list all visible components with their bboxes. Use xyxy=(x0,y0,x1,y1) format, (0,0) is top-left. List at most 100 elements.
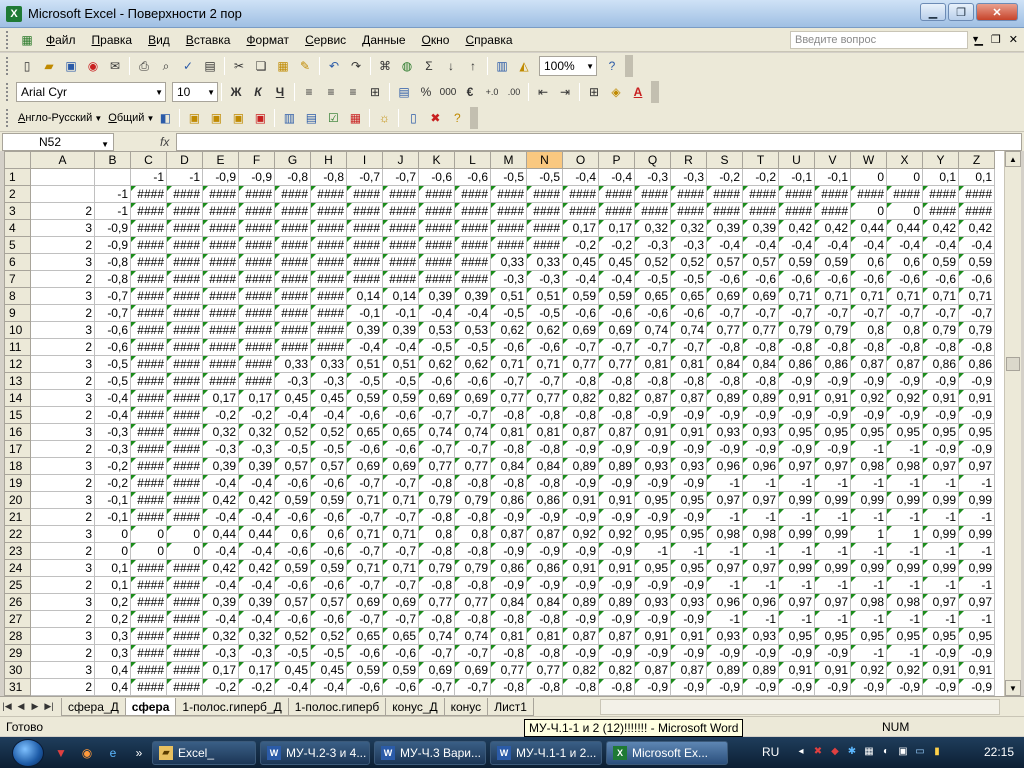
cell[interactable]: -0,7 xyxy=(346,576,383,594)
cell[interactable]: 0,93 xyxy=(634,593,671,611)
cell[interactable]: 0,39 xyxy=(418,287,455,305)
cell[interactable]: -1 xyxy=(778,542,815,560)
cell[interactable]: -0,2 xyxy=(742,168,779,186)
cell[interactable]: #### xyxy=(274,236,311,254)
next-sheet-button[interactable]: ▶ xyxy=(28,701,42,712)
cell[interactable]: 2 xyxy=(30,304,95,322)
cell[interactable]: #### xyxy=(490,185,527,203)
cell[interactable]: 0,71 xyxy=(382,559,419,577)
cell[interactable]: -0,4 xyxy=(562,270,599,288)
cell[interactable]: -0,9 xyxy=(562,440,599,458)
cell[interactable]: 0,77 xyxy=(598,355,635,373)
cell[interactable]: 0,92 xyxy=(598,525,635,543)
cell[interactable]: -0,3 xyxy=(202,440,239,458)
cell[interactable]: #### xyxy=(166,219,203,237)
quicklaunch-more-icon[interactable]: » xyxy=(130,744,148,762)
cell[interactable]: 0,59 xyxy=(346,389,383,407)
cell[interactable]: #### xyxy=(166,491,203,509)
cell[interactable]: 0,71 xyxy=(814,287,851,305)
cell[interactable]: 0,77 xyxy=(418,457,455,475)
cell[interactable]: -0,7 xyxy=(382,542,419,560)
cell[interactable]: -0,7 xyxy=(742,304,779,322)
cell[interactable]: #### xyxy=(166,389,203,407)
research-icon[interactable]: ▤ xyxy=(199,56,221,76)
column-header[interactable]: H xyxy=(310,151,347,169)
cell[interactable]: -0,8 xyxy=(562,406,599,424)
cell[interactable]: 0,82 xyxy=(562,389,599,407)
cell[interactable]: 0,93 xyxy=(670,457,707,475)
cell[interactable]: 0,59 xyxy=(346,661,383,679)
cell[interactable]: #### xyxy=(130,355,167,373)
ie-icon[interactable]: e xyxy=(104,744,122,762)
cell[interactable]: #### xyxy=(274,321,311,339)
cell[interactable]: -0,8 xyxy=(418,508,455,526)
align-left-icon[interactable]: ≡ xyxy=(298,82,320,102)
cell[interactable]: #### xyxy=(526,236,563,254)
cell[interactable]: 0,99 xyxy=(958,559,995,577)
cell[interactable]: 0,97 xyxy=(922,457,959,475)
cell[interactable]: 0 xyxy=(94,525,131,543)
cell[interactable]: -0,3 xyxy=(202,644,239,662)
cell[interactable]: -0,9 xyxy=(526,542,563,560)
cell[interactable]: -0,6 xyxy=(418,168,455,186)
cell[interactable]: #### xyxy=(274,287,311,305)
cell[interactable]: -0,9 xyxy=(94,219,131,237)
cell[interactable]: -0,8 xyxy=(490,610,527,628)
cell[interactable]: -0,6 xyxy=(94,338,131,356)
cell[interactable]: 2 xyxy=(30,270,95,288)
cell[interactable]: 0,96 xyxy=(742,457,779,475)
cell[interactable]: -0,8 xyxy=(454,474,491,492)
cell[interactable]: #### xyxy=(202,321,239,339)
cell[interactable]: 0,52 xyxy=(310,423,347,441)
cell[interactable]: -0,7 xyxy=(346,168,383,186)
excel-doc-icon[interactable]: ▦ xyxy=(16,30,38,50)
clock[interactable]: 22:15 xyxy=(984,745,1014,759)
cell[interactable]: #### xyxy=(130,338,167,356)
font-color-icon[interactable]: A xyxy=(627,82,649,102)
translate-icon[interactable]: ◧ xyxy=(154,108,176,128)
cell[interactable]: 0,98 xyxy=(742,525,779,543)
cell[interactable]: #### xyxy=(670,185,707,203)
cell[interactable]: #### xyxy=(202,185,239,203)
cell[interactable]: -1 xyxy=(814,610,851,628)
cell[interactable]: 0,51 xyxy=(346,355,383,373)
cell[interactable]: 0 xyxy=(166,542,203,560)
cell[interactable]: 0,99 xyxy=(778,525,815,543)
cell[interactable]: -0,9 xyxy=(814,372,851,390)
close-button[interactable]: ✕ xyxy=(976,3,1018,21)
cell[interactable]: #### xyxy=(130,406,167,424)
cell[interactable]: 0,42 xyxy=(958,219,995,237)
cell[interactable]: -0,8 xyxy=(634,372,671,390)
column-header[interactable]: J xyxy=(382,151,419,169)
cell[interactable]: -0,9 xyxy=(598,542,635,560)
undo-icon[interactable]: ↶ xyxy=(323,56,345,76)
cell[interactable]: 0,99 xyxy=(850,491,887,509)
cell[interactable]: 0,91 xyxy=(922,389,959,407)
cell[interactable]: -0,7 xyxy=(418,440,455,458)
font-size-select[interactable]: 10 ▼ xyxy=(172,82,218,102)
cell[interactable]: 0,87 xyxy=(526,525,563,543)
cell[interactable]: #### xyxy=(130,627,167,645)
cell[interactable]: #### xyxy=(850,185,887,203)
cell[interactable]: 0,89 xyxy=(706,661,743,679)
cell[interactable]: #### xyxy=(238,236,275,254)
cell[interactable]: #### xyxy=(418,202,455,220)
cell[interactable]: 0,65 xyxy=(382,423,419,441)
cell[interactable]: 0,74 xyxy=(670,321,707,339)
cell[interactable]: #### xyxy=(814,202,851,220)
cell[interactable]: 0,92 xyxy=(886,661,923,679)
column-header[interactable]: Y xyxy=(922,151,959,169)
cell[interactable]: #### xyxy=(958,185,995,203)
cell[interactable]: -1 xyxy=(670,542,707,560)
cell[interactable]: 0,1 xyxy=(958,168,995,186)
cell[interactable]: 0,71 xyxy=(922,287,959,305)
cell[interactable]: 0,98 xyxy=(850,593,887,611)
cell[interactable]: 0 xyxy=(886,168,923,186)
cell[interactable]: -0,3 xyxy=(526,270,563,288)
cell[interactable]: 0,71 xyxy=(778,287,815,305)
cell[interactable]: 0,89 xyxy=(562,457,599,475)
cell[interactable]: 0,79 xyxy=(454,559,491,577)
cell[interactable]: 0,69 xyxy=(742,287,779,305)
cell[interactable]: -0,5 xyxy=(310,644,347,662)
cell[interactable]: 0,57 xyxy=(274,593,311,611)
